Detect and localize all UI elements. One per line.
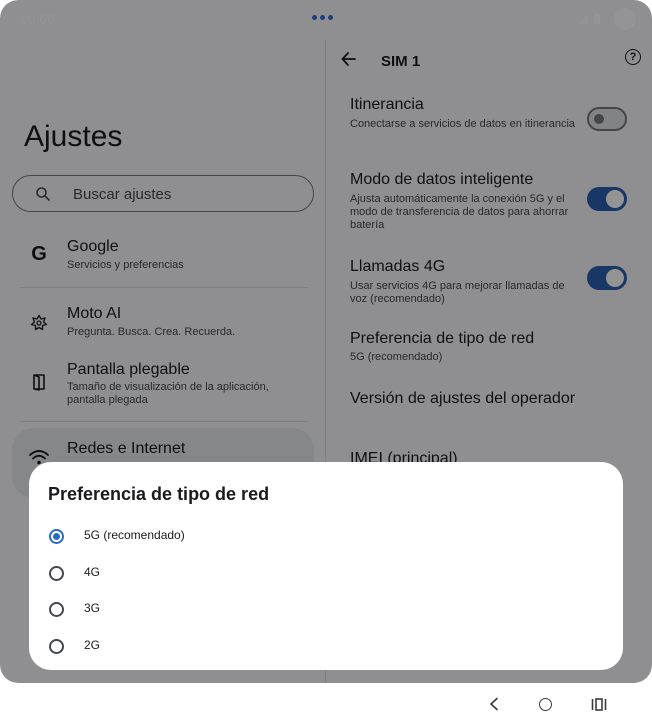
radio-button[interactable] (49, 602, 64, 617)
radio-button-selected[interactable] (49, 529, 64, 544)
option-4g[interactable]: 4G (29, 555, 623, 591)
option-3g[interactable]: 3G (29, 591, 623, 627)
option-label: 5G (recomendado) (84, 528, 185, 542)
nav-home-icon[interactable] (539, 698, 552, 711)
option-5g[interactable]: 5G (recomendado) (29, 518, 623, 554)
radio-button[interactable] (49, 639, 64, 654)
option-label: 4G (84, 565, 101, 579)
option-2g[interactable]: 2G (29, 628, 623, 664)
radio-button[interactable] (49, 566, 64, 581)
dialog-title: Preferencia de tipo de red (48, 484, 270, 504)
nav-back-icon[interactable] (488, 697, 500, 711)
option-label: 3G (84, 601, 101, 615)
navigation-bar (0, 683, 652, 726)
network-type-dialog: Preferencia de tipo de red 5G (recomenda… (29, 462, 623, 670)
nav-recents-icon[interactable] (591, 698, 607, 711)
option-label: 2G (84, 638, 101, 652)
